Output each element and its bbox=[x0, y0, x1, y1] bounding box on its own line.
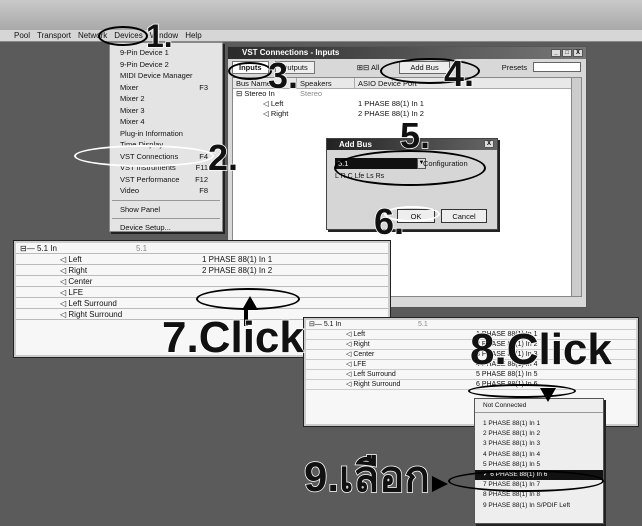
close-button[interactable]: X bbox=[573, 49, 583, 57]
channel-name: Left bbox=[270, 99, 284, 108]
step-3-label: 3. bbox=[267, 55, 299, 96]
annotation-ring-devices bbox=[98, 26, 148, 46]
menu-bar: Pool Transport Network Devices Window He… bbox=[0, 30, 642, 42]
list-item[interactable]: 9 PHASE 88(1) In S/PDIF Left bbox=[475, 501, 603, 511]
channel-name: Right bbox=[270, 109, 289, 118]
bus-name: 5.1 In bbox=[36, 244, 57, 253]
menu-item-mixer-3[interactable]: Mixer 3 bbox=[110, 105, 222, 117]
speaker-icon: ◁ bbox=[346, 371, 352, 378]
menu-item-video[interactable]: Video F8 bbox=[110, 185, 222, 197]
step-5-label: 5. bbox=[399, 115, 431, 156]
bus-speakers: Stereo bbox=[300, 89, 323, 98]
menu-separator bbox=[112, 199, 220, 201]
menu-help[interactable]: Help bbox=[185, 31, 201, 40]
speaker-icon: ◁ bbox=[263, 99, 269, 108]
menu-item-midi-device-manager[interactable]: MIDI Device Manager bbox=[110, 70, 222, 82]
step-7-label: 7.Click bbox=[161, 313, 304, 362]
cancel-button[interactable]: Cancel bbox=[441, 209, 487, 223]
speaker-icon: ◁ bbox=[346, 341, 352, 348]
channel-port[interactable]: 2 PHASE 88(1) In 2 bbox=[355, 109, 581, 119]
menu-pool[interactable]: Pool bbox=[14, 31, 30, 40]
menu-item-vst-performance[interactable]: VST Performance F12 bbox=[110, 174, 222, 186]
channel-port[interactable] bbox=[192, 276, 388, 286]
menu-item-mixer-4[interactable]: Mixer 4 bbox=[110, 116, 222, 128]
table-row[interactable]: ◁ Right 2 PHASE 88(1) In 2 bbox=[16, 265, 388, 276]
menu-item-show-panel[interactable]: Show Panel bbox=[110, 204, 222, 216]
minimize-button[interactable]: _ bbox=[551, 49, 561, 57]
top-band bbox=[0, 0, 642, 30]
speaker-icon: ◁ bbox=[60, 277, 67, 286]
annotation-ring-vst-connections bbox=[74, 145, 214, 167]
annotation-ring-selected-port bbox=[448, 470, 604, 492]
speaker-icon: ◁ bbox=[60, 266, 67, 275]
channel-port[interactable]: 1 PHASE 88(1) In 1 bbox=[192, 254, 388, 264]
grid-scrollbar[interactable] bbox=[571, 78, 581, 296]
menu-transport[interactable]: Transport bbox=[37, 31, 71, 40]
presets-label: Presets bbox=[501, 62, 528, 72]
bus-speakers: 5.1 bbox=[136, 244, 148, 253]
speaker-icon: ◁ bbox=[60, 255, 67, 264]
step-2-label: 2. bbox=[207, 137, 239, 178]
col-speakers[interactable]: Speakers bbox=[297, 78, 355, 88]
expand-all-toggle[interactable]: ⊞⊟ All bbox=[357, 63, 380, 72]
menu-separator bbox=[112, 218, 220, 219]
arrow-up-icon bbox=[242, 296, 258, 310]
menu-item-device-setup[interactable]: Device Setup... bbox=[110, 222, 222, 234]
bus-speakers: 5.1 bbox=[418, 321, 428, 328]
speaker-icon: ◁ bbox=[346, 381, 352, 388]
table-row[interactable]: ◁ Left 1 PHASE 88(1) In 1 bbox=[233, 99, 581, 109]
dialog-close-button[interactable]: X bbox=[484, 140, 494, 148]
menu-item-mixer-2[interactable]: Mixer 2 bbox=[110, 93, 222, 105]
speaker-icon: ◁ bbox=[263, 109, 269, 118]
presets-select[interactable] bbox=[533, 62, 582, 72]
table-row[interactable]: ◁ Center bbox=[16, 276, 388, 287]
speaker-icon: ◁ bbox=[346, 351, 352, 358]
step-1-label: 1. bbox=[145, 18, 173, 54]
list-item[interactable]: 1 PHASE 88(1) In 1 bbox=[475, 419, 603, 429]
step-8-label: 8.Click bbox=[469, 325, 612, 374]
list-item[interactable]: 5 PHASE 88(1) In 5 bbox=[475, 460, 603, 470]
menu-item-plugin-information[interactable]: Plug-in Information bbox=[110, 128, 222, 140]
channel-port[interactable]: 1 PHASE 88(1) In 1 bbox=[355, 99, 581, 109]
arrow-right-icon bbox=[432, 476, 448, 492]
speaker-icon: ◁ bbox=[60, 288, 67, 297]
menu-item-9pin-2[interactable]: 9-Pin Device 2 bbox=[110, 59, 222, 71]
speaker-icon: ◁ bbox=[60, 310, 67, 319]
list-item[interactable]: 2 PHASE 88(1) In 2 bbox=[475, 429, 603, 439]
table-row[interactable]: ◁ Left 1 PHASE 88(1) In 1 bbox=[16, 254, 388, 265]
list-item[interactable]: Not Connected bbox=[475, 399, 603, 413]
annotation-ring-port-cell-2 bbox=[468, 384, 576, 398]
port-select-list: Not Connected 1 PHASE 88(1) In 1 2 PHASE… bbox=[474, 398, 604, 524]
devices-menu: 9-Pin Device 1 9-Pin Device 2 MIDI Devic… bbox=[109, 42, 223, 232]
speaker-icon: ◁ bbox=[346, 361, 352, 368]
step-6-label: 6. bbox=[373, 201, 405, 242]
bus-name: 5.1 In bbox=[323, 321, 342, 328]
table-row[interactable]: ⊟— 5.1 In 5.1 bbox=[16, 243, 388, 254]
maximize-button[interactable]: □ bbox=[562, 49, 572, 57]
list-item[interactable]: 3 PHASE 88(1) In 3 bbox=[475, 439, 603, 449]
dialog-title: Add Bus bbox=[339, 140, 372, 149]
speaker-icon: ◁ bbox=[60, 299, 67, 308]
step-9-label: 9.เลือก bbox=[303, 453, 430, 500]
annotation-ring-inputs bbox=[228, 62, 272, 80]
all-label: All bbox=[371, 62, 380, 72]
channel-port[interactable]: 2 PHASE 88(1) In 2 bbox=[192, 265, 388, 275]
menu-item-mixer[interactable]: Mixer F3 bbox=[110, 82, 222, 94]
list-item[interactable]: 4 PHASE 88(1) In 4 bbox=[475, 450, 603, 460]
step-4-label: 4. bbox=[443, 53, 475, 94]
arrow-down-icon bbox=[540, 388, 556, 402]
speaker-icon: ◁ bbox=[346, 331, 352, 338]
